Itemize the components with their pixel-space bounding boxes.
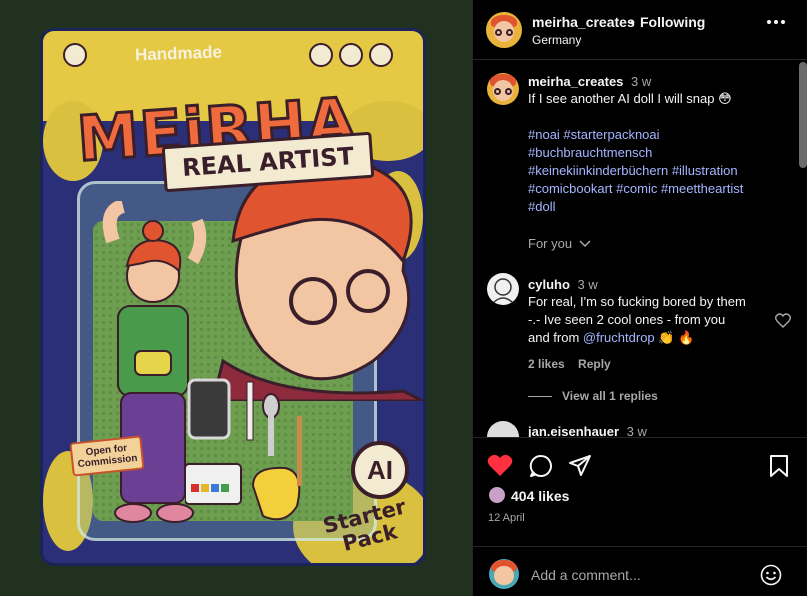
hashtag-line[interactable]: #comicbookart #comic #meettheartist [528, 180, 790, 198]
post-actions: 404 likes 12 April [473, 437, 807, 596]
for-you-toggle[interactable]: For you [528, 236, 790, 251]
commenter-avatar[interactable] [487, 273, 519, 305]
post-image[interactable]: Handmade MEiRHA REAL ARTIST Open for Com… [0, 0, 472, 596]
ai-badge: AI [351, 441, 409, 499]
comment-username[interactable]: jan.eisenhauer [528, 424, 619, 437]
hand-icon [63, 43, 87, 67]
post-sidebar: meirha_creates • Following Germany meirh… [472, 0, 807, 596]
commenter-avatar[interactable] [487, 421, 519, 437]
accessories [185, 378, 302, 521]
comments-list[interactable]: meirha_creates 3 w If I see another AI d… [473, 61, 807, 437]
hashtag-line[interactable]: #buchbrauchtmensch [528, 144, 790, 162]
post-header: meirha_creates • Following Germany [473, 0, 807, 60]
add-comment-row [473, 546, 807, 596]
comment-time[interactable]: 3 w [578, 277, 598, 292]
character-portrait [211, 158, 423, 401]
replies-divider [528, 395, 552, 397]
clap-fire-emoji: 👏 🔥 [658, 330, 695, 345]
leaf-icon [339, 43, 363, 67]
caption-username[interactable]: meirha_creates [528, 74, 623, 89]
share-icon[interactable] [568, 454, 592, 478]
hashtag-line[interactable]: #keinekiinkinderbüchern #illustration [528, 162, 790, 180]
reply-button[interactable]: Reply [578, 357, 611, 371]
flag-icon [369, 43, 393, 67]
save-bookmark-icon[interactable] [769, 454, 789, 478]
mention-link[interactable]: @fruchtdrop [583, 330, 655, 345]
caption-time[interactable]: 3 w [631, 74, 651, 89]
separator-dot: • [630, 14, 635, 30]
comment-item: jan.eisenhauer 3 w [528, 424, 647, 437]
post-location[interactable]: Germany [532, 33, 581, 47]
comments-scrollbar[interactable] [799, 62, 807, 168]
post-date[interactable]: 12 April [488, 512, 525, 524]
comment-like-icon[interactable] [775, 313, 791, 328]
comment-text: For real, I'm so fucking bored by them -… [528, 294, 746, 345]
view-replies-button[interactable]: View all 1 replies [528, 389, 768, 403]
starter-pack-card: Handmade MEiRHA REAL ARTIST Open for Com… [40, 28, 426, 566]
caption-avatar[interactable] [487, 73, 519, 105]
caption-block: meirha_creates 3 w If I see another AI d… [528, 74, 790, 251]
flushed-emoji: 😳 [718, 91, 732, 106]
like-heart-icon[interactable] [487, 454, 513, 478]
like-count[interactable]: 404 likes [511, 488, 569, 504]
caption-hashtags: #noai #starterpacknoai #buchbrauchtmensc… [528, 126, 790, 216]
hashtag-line[interactable]: #doll [528, 198, 790, 216]
comment-username[interactable]: cyluho [528, 277, 570, 292]
more-options-icon[interactable] [767, 20, 785, 24]
handmade-label: Handmade [134, 42, 223, 65]
comment-time[interactable]: 3 w [627, 424, 647, 437]
hashtag-line[interactable]: #noai #starterpacknoai [528, 126, 790, 144]
comment-item: cyluho 3 w For real, I'm so fucking bore… [528, 277, 768, 403]
comment-icon[interactable] [529, 454, 553, 478]
current-user-avatar[interactable] [489, 559, 519, 589]
chevron-down-icon [579, 240, 591, 248]
add-comment-input[interactable] [531, 567, 751, 583]
author-username[interactable]: meirha_creates [532, 14, 635, 30]
author-avatar[interactable] [486, 12, 522, 48]
heart-icon [309, 43, 333, 67]
caption-text: If I see another AI doll I will snap 😳 [528, 91, 732, 106]
comment-likes[interactable]: 2 likes [528, 357, 565, 371]
liker-avatar[interactable] [488, 486, 506, 504]
emoji-icon[interactable] [760, 564, 782, 586]
following-button[interactable]: Following [640, 14, 705, 30]
